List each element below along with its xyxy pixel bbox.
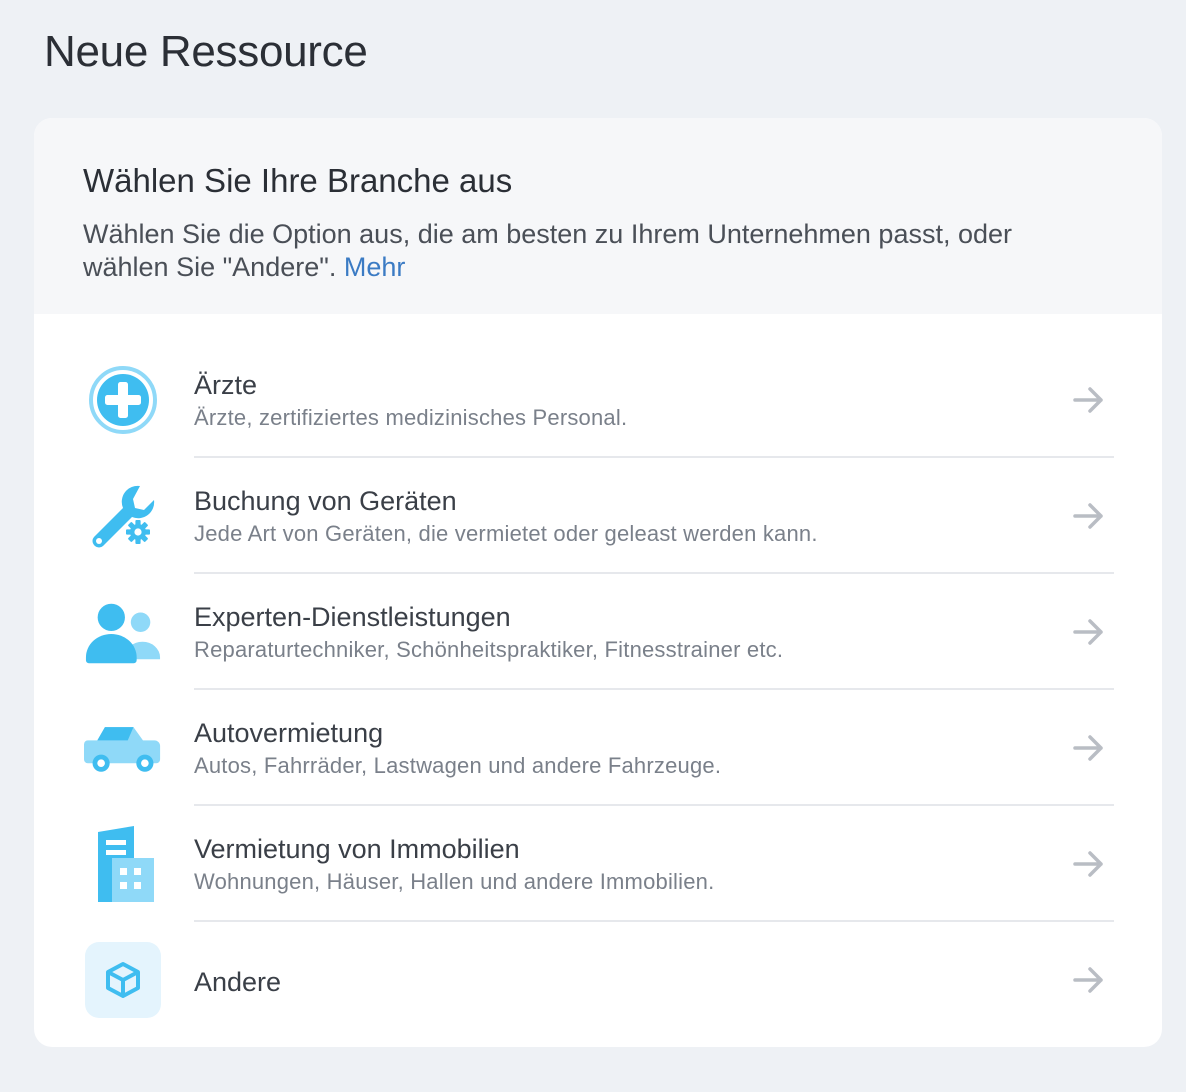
more-link[interactable]: Mehr bbox=[344, 252, 406, 282]
arrow-right-icon bbox=[1073, 967, 1103, 993]
option-description: Wohnungen, Häuser, Hallen und andere Imm… bbox=[194, 869, 715, 894]
arrow-right-icon bbox=[1073, 619, 1103, 645]
option-other[interactable]: Andere bbox=[34, 922, 1162, 1038]
card-title: Wählen Sie Ihre Branche aus bbox=[83, 162, 513, 199]
card-header: Wählen Sie Ihre Branche aus Wählen Sie d… bbox=[34, 118, 1162, 314]
cube-icon-wrapper bbox=[84, 942, 162, 1018]
option-description: Ärzte, zertifiziertes medizinisches Pers… bbox=[194, 405, 628, 430]
option-description: Jede Art von Geräten, die vermietet oder… bbox=[194, 521, 818, 546]
arrow-right-icon bbox=[1073, 503, 1103, 529]
industry-selection-card: Wählen Sie Ihre Branche aus Wählen Sie d… bbox=[34, 118, 1162, 1047]
card-description-text: Wählen Sie die Option aus, die am besten… bbox=[83, 219, 1013, 282]
people-icon bbox=[84, 594, 162, 670]
arrow-right-icon bbox=[1073, 735, 1103, 761]
wrench-gear-icon bbox=[84, 478, 162, 554]
arrow-right-icon bbox=[1073, 387, 1103, 413]
option-expert-services[interactable]: Experten-Dienstleistungen Reparaturtechn… bbox=[34, 574, 1162, 690]
industry-options-list: Ärzte Ärzte, zertifiziertes medizinische… bbox=[34, 342, 1162, 1038]
car-icon bbox=[84, 710, 162, 786]
option-description: Reparaturtechniker, Schönheitspraktiker,… bbox=[194, 637, 784, 662]
option-label: Experten-Dienstleistungen bbox=[194, 602, 511, 632]
option-label: Buchung von Geräten bbox=[194, 486, 457, 516]
option-label: Vermietung von Immobilien bbox=[194, 834, 520, 864]
page-title: Neue Ressource bbox=[44, 27, 368, 76]
medical-cross-icon bbox=[84, 362, 162, 438]
option-equipment-booking[interactable]: Buchung von Geräten Jede Art von Geräten… bbox=[34, 458, 1162, 574]
option-label: Andere bbox=[194, 967, 282, 997]
cube-icon bbox=[85, 942, 161, 1018]
option-doctors[interactable]: Ärzte Ärzte, zertifiziertes medizinische… bbox=[34, 342, 1162, 458]
option-label: Ärzte bbox=[194, 370, 258, 400]
option-real-estate-rental[interactable]: Vermietung von Immobilien Wohnungen, Häu… bbox=[34, 806, 1162, 922]
card-description: Wählen Sie die Option aus, die am besten… bbox=[83, 218, 1093, 284]
option-description: Autos, Fahrräder, Lastwagen und andere F… bbox=[194, 753, 722, 778]
arrow-right-icon bbox=[1073, 851, 1103, 877]
option-car-rental[interactable]: Autovermietung Autos, Fahrräder, Lastwag… bbox=[34, 690, 1162, 806]
building-icon bbox=[84, 826, 162, 902]
option-label: Autovermietung bbox=[194, 718, 384, 748]
